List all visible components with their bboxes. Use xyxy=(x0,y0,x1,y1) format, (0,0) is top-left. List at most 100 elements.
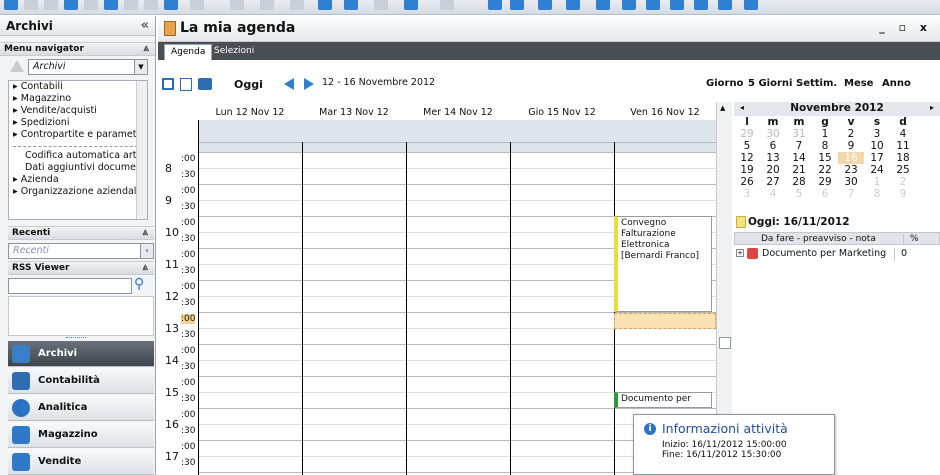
toolbar-icon-1[interactable] xyxy=(4,0,18,10)
chevron-down-icon[interactable]: ▾ xyxy=(140,244,153,258)
cal-day[interactable]: 1 xyxy=(812,128,838,140)
menu-navigator-combo[interactable]: Archivi ▼ xyxy=(28,59,148,75)
cal-day[interactable]: 7 xyxy=(838,188,864,200)
recenti-header[interactable]: Recenti ⩓ xyxy=(8,226,154,240)
menu-navigator-header[interactable]: Menu navigator ⩓ xyxy=(0,42,155,56)
toolbar-icon-18[interactable] xyxy=(440,0,454,10)
cal-day[interactable]: 30 xyxy=(760,128,786,140)
print-preview-icon[interactable] xyxy=(180,78,192,91)
nav-contabilita[interactable]: Contabilità xyxy=(8,368,154,394)
tab-selezioni[interactable]: Selezioni xyxy=(208,44,260,60)
tree-scrollbar[interactable] xyxy=(136,81,147,219)
cal-day[interactable]: 5 xyxy=(786,188,812,200)
cal-day[interactable]: 28 xyxy=(786,176,812,188)
all-day-area[interactable] xyxy=(198,120,716,152)
rss-header[interactable]: RSS Viewer ⩓ xyxy=(8,261,154,275)
toolbar-icon-19[interactable] xyxy=(488,0,502,10)
cal-day-today[interactable]: 16 xyxy=(838,152,864,164)
nav-analitica[interactable]: Analitica xyxy=(8,395,154,421)
toolbar-icon-21[interactable] xyxy=(538,0,552,10)
tree-item[interactable]: ▸ Vendite/acquisti xyxy=(9,105,147,117)
cal-day[interactable]: 25 xyxy=(890,164,916,176)
cal-day[interactable]: 18 xyxy=(890,152,916,164)
cal-day[interactable]: 14 xyxy=(786,152,812,164)
collapse-section-icon[interactable]: ⩓ xyxy=(142,262,148,273)
tree-item[interactable]: ▸ Organizzazione aziendale xyxy=(9,186,147,198)
today-button[interactable]: Oggi xyxy=(234,78,263,91)
cal-day[interactable]: 27 xyxy=(760,176,786,188)
cal-day[interactable]: 30 xyxy=(838,176,864,188)
cal-day[interactable]: 4 xyxy=(890,128,916,140)
day-header[interactable]: Mer 14 Nov 12 xyxy=(406,102,510,120)
tab-agenda[interactable]: Agenda xyxy=(164,44,213,60)
toolbar-icon-2[interactable] xyxy=(24,0,38,10)
search-icon[interactable]: ⚲ xyxy=(134,276,144,292)
cal-day[interactable]: 13 xyxy=(760,152,786,164)
cal-day[interactable]: 20 xyxy=(760,164,786,176)
cal-day[interactable]: 21 xyxy=(786,164,812,176)
event-documento[interactable]: Documento per xyxy=(614,392,712,408)
cal-day[interactable]: 3 xyxy=(864,128,890,140)
toolbar-icon-26[interactable] xyxy=(670,0,684,10)
collapse-section-icon[interactable]: ⩓ xyxy=(142,227,148,238)
cal-day[interactable]: 2 xyxy=(838,128,864,140)
cal-day[interactable]: 8 xyxy=(864,188,890,200)
toolbar-icon-23[interactable] xyxy=(596,0,610,10)
toolbar-icon-7[interactable] xyxy=(124,0,138,10)
event-convegno[interactable]: Convegno Falturazione Elettronica [Berna… xyxy=(614,216,712,312)
expand-icon[interactable]: + xyxy=(736,249,744,257)
nav-archivi[interactable]: Archivi xyxy=(8,341,154,367)
cal-day[interactable]: 9 xyxy=(838,140,864,152)
view-5days-button[interactable]: 5 Giorni xyxy=(748,78,792,89)
cal-day[interactable]: 15 xyxy=(812,152,838,164)
toolbar-icon-9[interactable] xyxy=(164,0,178,10)
toolbar-icon-25[interactable] xyxy=(646,0,660,10)
cal-day[interactable]: 31 xyxy=(786,128,812,140)
view-month-button[interactable]: Mese xyxy=(844,78,873,89)
toolbar-icon-10[interactable] xyxy=(190,0,204,10)
todo-row[interactable]: + Documento per Marketing 0 xyxy=(734,247,940,261)
toolbar-icon-17[interactable] xyxy=(404,0,418,10)
prev-week-icon[interactable] xyxy=(284,78,294,90)
toolbar-icon-3[interactable] xyxy=(44,0,58,10)
toolbar-icon-27[interactable] xyxy=(694,0,708,10)
toolbar-icon-15[interactable] xyxy=(344,0,358,10)
cal-day[interactable]: 3 xyxy=(734,188,760,200)
view-year-button[interactable]: Anno xyxy=(882,78,911,89)
cal-day[interactable]: 17 xyxy=(864,152,890,164)
cal-day[interactable]: 11 xyxy=(890,140,916,152)
toolbar-icon-12[interactable] xyxy=(260,0,274,10)
tree-item[interactable]: ▸ Magazzino xyxy=(9,93,147,105)
cal-day[interactable]: 9 xyxy=(890,188,916,200)
cal-day[interactable]: 10 xyxy=(864,140,890,152)
toolbar-icon-24[interactable] xyxy=(622,0,636,10)
rss-url-input[interactable] xyxy=(8,278,132,294)
cal-day[interactable]: 6 xyxy=(760,140,786,152)
cal-day[interactable]: 6 xyxy=(812,188,838,200)
recenti-combo[interactable]: Recenti ▾ xyxy=(8,243,154,259)
toolbar-icon-29[interactable] xyxy=(744,0,758,10)
toolbar-icon-13[interactable] xyxy=(290,0,304,10)
tree-item[interactable]: Dati aggiuntivi documento xyxy=(9,162,147,174)
nav-magazzino[interactable]: Magazzino xyxy=(8,422,154,448)
collapse-sidebar-icon[interactable]: « xyxy=(141,18,149,33)
splitter-handle[interactable] xyxy=(66,337,86,338)
toolbar-icon-11[interactable] xyxy=(230,0,244,10)
tree-item[interactable]: ▸ Contropartite e parametri xyxy=(9,129,147,141)
scroll-up-icon[interactable]: ▲ xyxy=(720,104,725,112)
toolbar-icon-22[interactable] xyxy=(566,0,580,10)
chevron-down-icon[interactable]: ▼ xyxy=(134,60,147,74)
toolbar-icon-4[interactable] xyxy=(64,0,78,10)
cal-day[interactable]: 5 xyxy=(734,140,760,152)
printer-icon[interactable] xyxy=(198,78,212,90)
image-icon[interactable] xyxy=(162,78,174,90)
cal-day[interactable]: 4 xyxy=(760,188,786,200)
toolbar-icon-6[interactable] xyxy=(104,0,118,10)
cal-day[interactable]: 23 xyxy=(838,164,864,176)
up-level-icon[interactable] xyxy=(10,60,24,72)
tree-item[interactable]: ▸ Contabili xyxy=(9,81,147,93)
cal-day[interactable]: 1 xyxy=(864,176,890,188)
tree-item[interactable]: ▸ Azienda xyxy=(9,174,147,186)
view-day-button[interactable]: Giorno xyxy=(706,78,743,89)
tree-item[interactable]: Codifica automatica articoli xyxy=(9,150,147,162)
